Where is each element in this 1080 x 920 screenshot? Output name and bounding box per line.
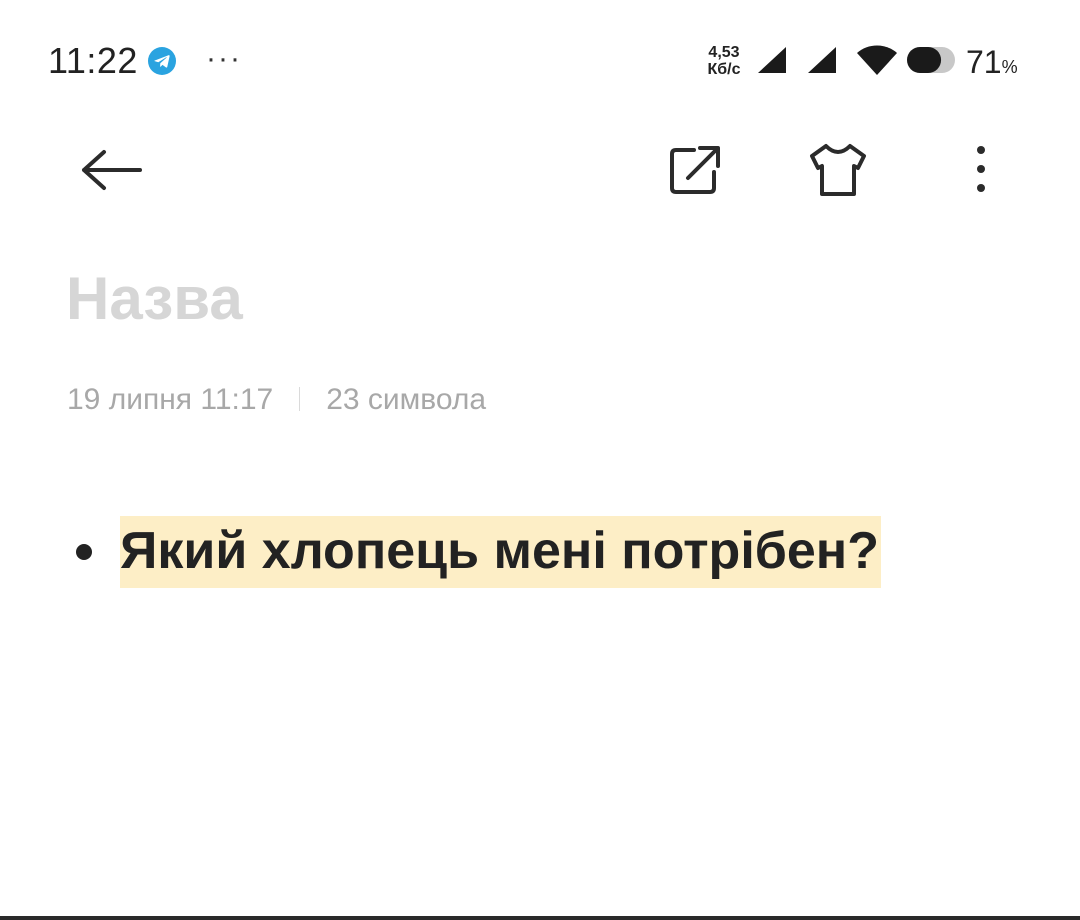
- list-item[interactable]: Який хлопець мені потрібен?: [76, 516, 881, 588]
- network-speed-unit: Кб/с: [707, 61, 741, 78]
- battery-percentage-sign: %: [1001, 57, 1018, 77]
- note-char-count: 23 символа: [326, 383, 487, 416]
- meta-divider: [299, 387, 301, 411]
- list-item-text[interactable]: Який хлопець мені потрібен?: [120, 516, 881, 588]
- signal-icon: [806, 45, 838, 75]
- status-clock: 11:22: [48, 40, 138, 81]
- note-title-input[interactable]: Назва: [66, 264, 966, 333]
- share-icon[interactable]: [664, 140, 726, 200]
- telegram-icon: [148, 47, 176, 75]
- battery-percentage-value: 71: [966, 44, 1002, 80]
- notes-editor-screen: 11:22 ··· 4,53 Кб/с 71% Назва 19 липня 1…: [0, 0, 1080, 920]
- bullet-icon: [76, 544, 92, 560]
- note-date: 19 липня 11:17: [67, 383, 274, 416]
- more-vertical-icon[interactable]: [960, 138, 1002, 200]
- wifi-icon: [856, 44, 898, 76]
- network-speed-value: 4,53: [708, 44, 740, 61]
- battery-percentage: 71%: [966, 44, 1018, 81]
- theme-icon[interactable]: [804, 138, 872, 200]
- status-bar: 11:22 ··· 4,53 Кб/с 71%: [0, 0, 1080, 120]
- battery-icon: [906, 46, 956, 74]
- notification-overflow-icon: ···: [206, 42, 242, 75]
- back-arrow-icon[interactable]: [72, 140, 148, 200]
- signal-icon: [756, 45, 788, 75]
- bottom-divider: [0, 916, 1080, 920]
- network-speed: 4,53 Кб/с: [700, 44, 748, 78]
- note-meta: 19 липня 11:17 23 символа: [67, 383, 486, 417]
